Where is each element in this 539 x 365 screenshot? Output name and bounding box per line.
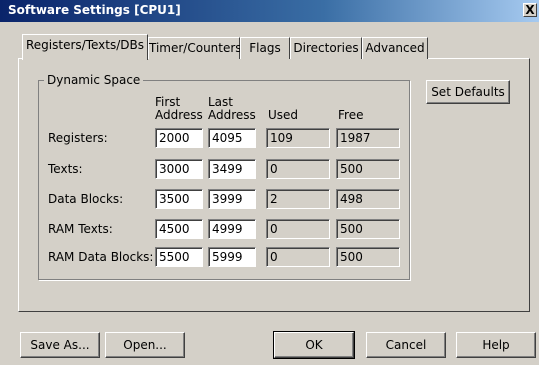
ram-texts-first-address-input[interactable]: 4500 <box>155 219 203 239</box>
data-blocks-free-field: 498 <box>336 189 400 209</box>
tab-registers-texts-dbs[interactable]: Registers/Texts/DBs <box>22 34 148 60</box>
registers-last-address-input[interactable]: 4095 <box>208 128 256 148</box>
data-blocks-first-address-input[interactable]: 3500 <box>155 189 203 209</box>
row-label-ram-texts: RAM Texts: <box>48 222 113 236</box>
last-address-header: Last Address <box>208 96 256 122</box>
tab-label: Registers/Texts/DBs <box>26 38 144 52</box>
tab-timer-counters[interactable]: Timer/Counters <box>148 37 242 59</box>
ram-data-blocks-used-field: 0 <box>266 247 330 267</box>
tab-label: Advanced <box>365 41 425 55</box>
row-label-registers: Registers: <box>48 131 108 145</box>
tab-label: Directories <box>293 41 359 55</box>
set-defaults-button[interactable]: Set Defaults <box>426 80 510 104</box>
ram-texts-free-field: 500 <box>336 219 400 239</box>
cancel-button[interactable]: Cancel <box>366 332 446 358</box>
first-address-header: First Address <box>155 96 203 122</box>
help-button[interactable]: Help <box>456 332 536 358</box>
close-icon: X <box>525 3 535 17</box>
last-address-header-line2: Address <box>208 108 256 122</box>
row-label-texts: Texts: <box>48 162 83 176</box>
ram-texts-used-field: 0 <box>266 219 330 239</box>
registers-free-field: 1987 <box>336 128 400 148</box>
save-as-button[interactable]: Save As... <box>20 332 100 358</box>
dynamic-space-label: Dynamic Space <box>44 73 144 87</box>
open-button[interactable]: Open... <box>105 332 185 358</box>
tab-label: Timer/Counters <box>149 41 242 55</box>
texts-first-address-input[interactable]: 3000 <box>155 159 203 179</box>
used-header: Used <box>268 108 299 122</box>
ram-data-blocks-first-address-input[interactable]: 5500 <box>155 247 203 267</box>
texts-last-address-input[interactable]: 3499 <box>208 159 256 179</box>
registers-first-address-input[interactable]: 2000 <box>155 128 203 148</box>
tab-advanced[interactable]: Advanced <box>362 37 428 59</box>
data-blocks-last-address-input[interactable]: 3999 <box>208 189 256 209</box>
ram-data-blocks-last-address-input[interactable]: 5999 <box>208 247 256 267</box>
data-blocks-used-field: 2 <box>266 189 330 209</box>
registers-used-field: 109 <box>266 128 330 148</box>
free-header: Free <box>338 108 364 122</box>
title-bar: Software Settings [CPU1] X <box>0 0 539 22</box>
tab-flags[interactable]: Flags <box>240 37 290 59</box>
texts-used-field: 0 <box>266 159 330 179</box>
tab-label: Flags <box>249 41 281 55</box>
row-label-ram-data-blocks: RAM Data Blocks: <box>48 250 154 264</box>
row-label-data-blocks: Data Blocks: <box>48 192 124 206</box>
close-button[interactable]: X <box>523 3 537 17</box>
ram-data-blocks-free-field: 500 <box>336 247 400 267</box>
ok-button[interactable]: OK <box>273 331 355 359</box>
tab-directories[interactable]: Directories <box>290 37 362 59</box>
texts-free-field: 500 <box>336 159 400 179</box>
window-title: Software Settings [CPU1] <box>8 3 181 17</box>
ram-texts-last-address-input[interactable]: 4999 <box>208 219 256 239</box>
first-address-header-line2: Address <box>155 108 203 122</box>
